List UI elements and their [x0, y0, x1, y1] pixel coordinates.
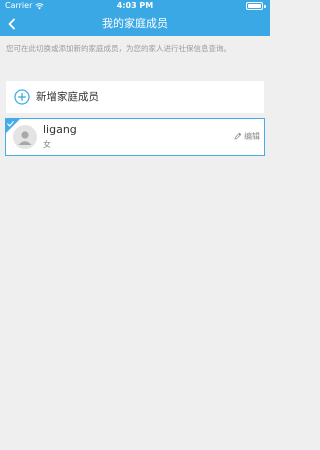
- battery-fill: [248, 4, 261, 8]
- status-bar: Carrier 4:03 PM: [0, 0, 270, 12]
- pencil-icon: [234, 132, 242, 140]
- add-member-label: 新增家庭成员: [36, 91, 99, 103]
- member-gender: 女: [43, 140, 51, 149]
- top-bar: Carrier 4:03 PM 我的家庭成员: [0, 0, 270, 36]
- user-avatar-icon: [13, 125, 37, 149]
- member-card[interactable]: ligang 女 编辑: [5, 118, 265, 156]
- page-title: 我的家庭成员: [102, 17, 168, 30]
- add-member-button[interactable]: 新增家庭成员: [6, 81, 264, 113]
- status-time: 4:03 PM: [116, 1, 154, 10]
- battery-icon: [246, 2, 266, 10]
- edit-member-button[interactable]: 编辑: [234, 129, 260, 143]
- hint-text: 您可在此切换或添加新的家庭成员，为您的家人进行社保信息查询。: [6, 44, 231, 53]
- plus-circle-icon: [14, 89, 30, 105]
- edit-label: 编辑: [244, 131, 260, 141]
- member-name: ligang: [43, 123, 77, 136]
- nav-bar: 我的家庭成员: [0, 12, 270, 36]
- battery-tip: [264, 4, 266, 8]
